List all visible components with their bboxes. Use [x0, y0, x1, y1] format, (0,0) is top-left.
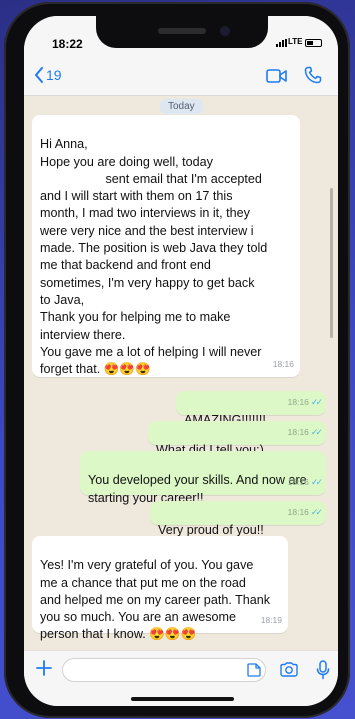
- phone-icon: [304, 66, 322, 84]
- message-timestamp: 18:16 ✓✓: [288, 474, 323, 491]
- chat-header: 19: [24, 56, 338, 96]
- message-timestamp: 18:16 ✓✓: [288, 424, 323, 441]
- microphone-button[interactable]: [316, 660, 330, 685]
- video-call-button[interactable]: [266, 68, 288, 89]
- message-outgoing[interactable]: You developed your skills. And now are s…: [80, 451, 326, 505]
- composer-bar: [24, 650, 338, 706]
- speaker: [158, 28, 206, 34]
- sticker-button[interactable]: [247, 663, 261, 682]
- status-time: 18:22: [52, 37, 83, 51]
- message-timestamp: 18:16 ✓✓: [288, 394, 323, 411]
- message-timestamp: 18:16: [272, 358, 294, 369]
- camera-icon: [280, 662, 298, 677]
- read-ticks-icon: ✓✓: [310, 506, 323, 517]
- chevron-left-icon: [35, 67, 43, 83]
- sticker-icon: [247, 663, 261, 677]
- back-button[interactable]: 19: [34, 67, 62, 83]
- network-label: LTE: [288, 37, 303, 46]
- message-outgoing[interactable]: Very proud of you!! 18:16 ✓✓: [150, 501, 326, 537]
- video-icon: [266, 69, 287, 83]
- phone-frame: 18:22 LTE 19 Today Hi Anna, Hope you are…: [4, 2, 350, 718]
- signal-icon: [276, 39, 287, 47]
- notch: [96, 16, 268, 48]
- read-ticks-icon: ✓✓: [310, 426, 323, 437]
- camera-button[interactable]: [280, 662, 298, 682]
- attach-button[interactable]: [36, 660, 52, 681]
- message-incoming[interactable]: Hi Anna, Hope you are doing well, today …: [32, 115, 300, 377]
- message-outgoing[interactable]: What did I tell you;) 18:16✓✓: [148, 421, 326, 457]
- read-ticks-icon: ✓✓: [310, 396, 323, 407]
- phone-screen: 18:22 LTE 19 Today Hi Anna, Hope you are…: [24, 16, 338, 706]
- voice-call-button[interactable]: [304, 66, 322, 89]
- message-outgoing[interactable]: AMAZING!!!!!!! 18:16✓✓: [176, 391, 326, 427]
- message-input[interactable]: [62, 658, 266, 682]
- chat-area[interactable]: Today Hi Anna, Hope you are doing well, …: [24, 96, 338, 650]
- message-incoming[interactable]: Yes! I'm very grateful of you. You gave …: [32, 536, 288, 641]
- plus-icon: [36, 660, 52, 676]
- unread-count: 19: [46, 67, 62, 83]
- front-camera: [220, 26, 230, 36]
- microphone-icon: [316, 660, 330, 680]
- message-timestamp: 18:16 ✓✓: [288, 504, 323, 521]
- battery-icon: [305, 39, 322, 47]
- date-separator: Today: [160, 99, 203, 114]
- read-ticks-icon: ✓✓: [310, 476, 323, 487]
- home-indicator: [131, 697, 234, 701]
- message-timestamp: 18:19: [260, 614, 282, 625]
- scrollbar[interactable]: [330, 188, 333, 338]
